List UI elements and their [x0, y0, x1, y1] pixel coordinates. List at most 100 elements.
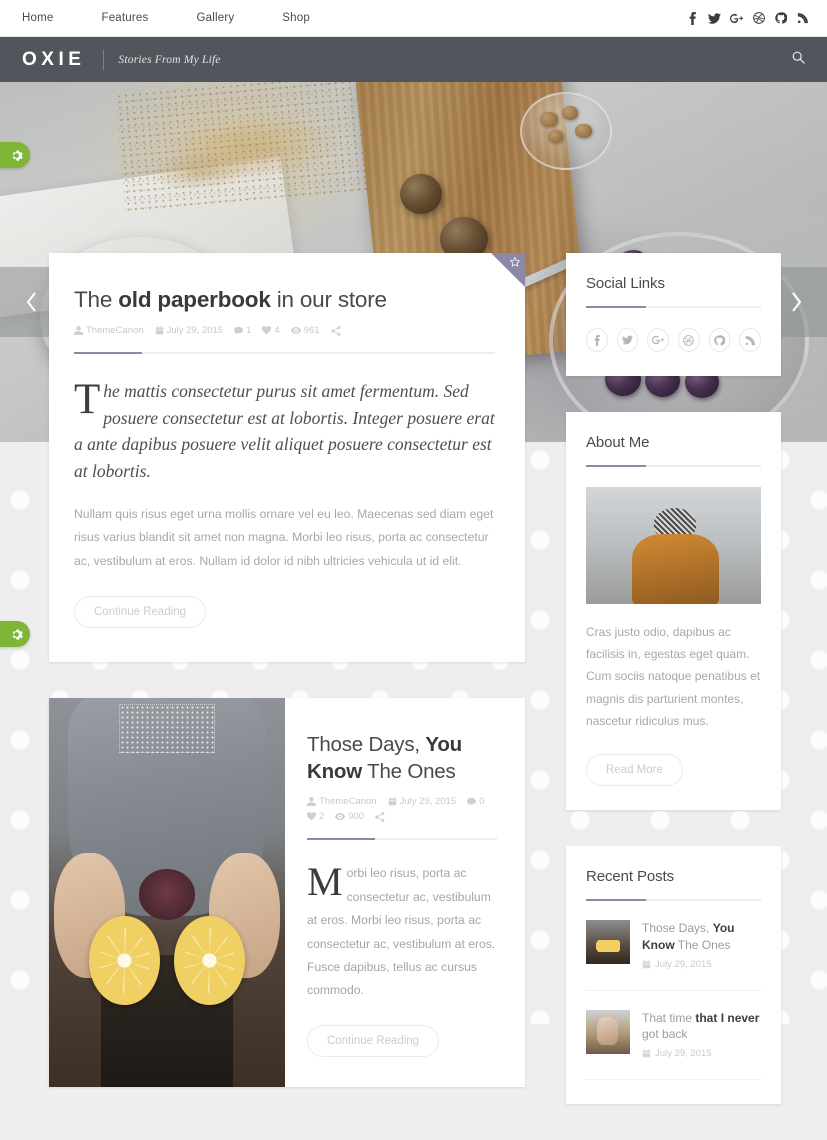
gear-icon: [12, 628, 23, 640]
nav-item-features[interactable]: Features: [101, 12, 172, 24]
nav-item-home[interactable]: Home: [22, 12, 77, 24]
post-title-pre: The: [74, 287, 119, 312]
heart-icon: [262, 326, 272, 335]
meta-date-label: July 29, 2015: [166, 325, 224, 337]
recent-title-post: got back: [642, 1027, 688, 1042]
post-body-paragraph: Nullam quis risus eget urna mollis ornar…: [74, 506, 494, 569]
about-me-text: Cras justo odio, dapibus ac facilisis in…: [586, 625, 761, 728]
top-nav-social-icons: [686, 11, 827, 25]
widget-title: About Me: [586, 434, 650, 451]
user-icon: [74, 326, 83, 336]
meta-date: July 29, 2015: [155, 325, 224, 337]
widget-title: Recent Posts: [586, 867, 675, 885]
meta-comments[interactable]: 1: [234, 325, 251, 336]
recent-title-bold: that I never: [695, 1010, 760, 1025]
widget-about-me: About Me Cras justo odio, dapibus ac fac…: [566, 412, 781, 810]
post-body-paragraph: Morbi leo risus, porta ac consectetur ac…: [307, 859, 496, 998]
continue-reading-button[interactable]: Continue Reading: [307, 1024, 440, 1057]
meta-likes-count: 2: [319, 811, 325, 823]
dribbble-icon[interactable]: [678, 328, 700, 352]
widget-recent-posts: Recent Posts Those Days, You Know The On…: [566, 845, 781, 1105]
post-thumbnail-citrus[interactable]: [49, 697, 285, 1087]
recent-post-date: July 29, 2015: [642, 1048, 712, 1059]
top-nav-links: Home Features Gallery Shop: [0, 12, 358, 24]
continue-reading-button[interactable]: Continue Reading: [74, 595, 207, 628]
list-item[interactable]: Those Days, You Know The Ones July 29, 2…: [586, 901, 761, 991]
list-item[interactable]: That time that I never got back July 29,…: [586, 991, 761, 1081]
post-divider: [74, 352, 495, 355]
github-icon[interactable]: [774, 12, 787, 25]
post-card-2: Those Days, You Know The Ones ThemeCanon…: [49, 697, 525, 1087]
meta-comments-count: 0: [479, 796, 485, 808]
meta-views: 961: [290, 325, 320, 337]
share-icon[interactable]: [330, 325, 341, 336]
post-divider: [307, 838, 497, 841]
search-icon[interactable]: [792, 51, 827, 69]
post-meta: ThemeCanon July 29, 2015 1 4 961: [74, 325, 495, 336]
site-header-bar: OXIE Stories From My Life: [0, 37, 827, 82]
settings-tab-top[interactable]: [0, 142, 30, 168]
social-links-row: [586, 328, 762, 352]
meta-likes-count: 4: [274, 325, 280, 337]
top-navigation-bar: Home Features Gallery Shop: [0, 0, 827, 37]
calendar-icon: [388, 797, 396, 806]
post-lead-paragraph: The mattis consectetur purus sit amet fe…: [74, 376, 495, 482]
rss-icon[interactable]: [739, 328, 762, 352]
meta-date-label: July 29, 2015: [399, 796, 457, 808]
github-icon[interactable]: [708, 328, 731, 352]
recent-post-title[interactable]: Those Days, You Know The Ones: [642, 920, 761, 954]
dribbble-icon[interactable]: [752, 12, 765, 25]
widget-divider: [586, 306, 761, 308]
widget-title: Social Links: [586, 275, 665, 292]
site-logo: OXIE: [22, 48, 86, 70]
recent-post-date: July 29, 2015: [642, 959, 712, 970]
recent-date-label: July 29, 2015: [655, 1048, 712, 1060]
meta-author-label: ThemeCanon: [319, 796, 377, 808]
read-more-button[interactable]: Read More: [586, 753, 683, 786]
site-tagline: Stories From My Life: [118, 53, 221, 66]
post-title-pre: Those Days,: [307, 732, 426, 756]
brand-divider: [103, 49, 105, 70]
calendar-icon: [642, 959, 651, 968]
post-title[interactable]: Those Days, You Know The Ones: [307, 732, 497, 785]
share-icon[interactable]: [375, 811, 385, 822]
eye-icon: [335, 813, 346, 821]
meta-views: 900: [335, 811, 364, 822]
eye-icon: [290, 327, 301, 335]
post-meta: ThemeCanon July 29, 2015 0 2 900: [307, 796, 497, 822]
twitter-icon[interactable]: [708, 12, 721, 25]
comment-icon: [234, 327, 244, 335]
facebook-icon[interactable]: [586, 328, 608, 352]
google-plus-icon[interactable]: [730, 12, 743, 25]
nav-item-shop[interactable]: Shop: [282, 12, 334, 24]
meta-views-count: 961: [303, 325, 320, 337]
meta-author-label: ThemeCanon: [86, 325, 144, 337]
facebook-icon[interactable]: [686, 11, 699, 25]
meta-comments[interactable]: 0: [467, 796, 484, 807]
recent-post-title[interactable]: That time that I never got back: [642, 1010, 761, 1044]
recent-date-label: July 29, 2015: [655, 958, 712, 970]
post-title-bold: old paperbook: [118, 287, 271, 312]
recent-title-pre: That time: [642, 1010, 696, 1025]
recent-post-thumbnail: [586, 919, 630, 964]
heart-icon: [307, 812, 316, 821]
calendar-icon: [642, 1049, 651, 1058]
meta-author[interactable]: ThemeCanon: [74, 325, 144, 336]
meta-likes[interactable]: 2: [307, 811, 324, 822]
meta-views-count: 900: [348, 811, 365, 823]
meta-comments-count: 1: [246, 325, 252, 337]
rss-icon[interactable]: [796, 12, 809, 25]
meta-likes[interactable]: 4: [262, 325, 280, 337]
page-layout: The old paperbook in our store ThemeCano…: [0, 253, 827, 1140]
post-title[interactable]: The old paperbook in our store: [74, 285, 495, 314]
nav-item-gallery[interactable]: Gallery: [196, 12, 258, 24]
settings-tab-bottom[interactable]: [0, 621, 30, 647]
google-plus-icon[interactable]: [647, 328, 670, 352]
about-me-photo: [586, 487, 761, 604]
brand-area[interactable]: OXIE Stories From My Life: [0, 49, 221, 71]
calendar-icon: [155, 326, 163, 335]
meta-author[interactable]: ThemeCanon: [307, 796, 377, 807]
gear-icon: [12, 149, 23, 161]
widget-divider: [586, 465, 761, 467]
twitter-icon[interactable]: [616, 328, 639, 352]
